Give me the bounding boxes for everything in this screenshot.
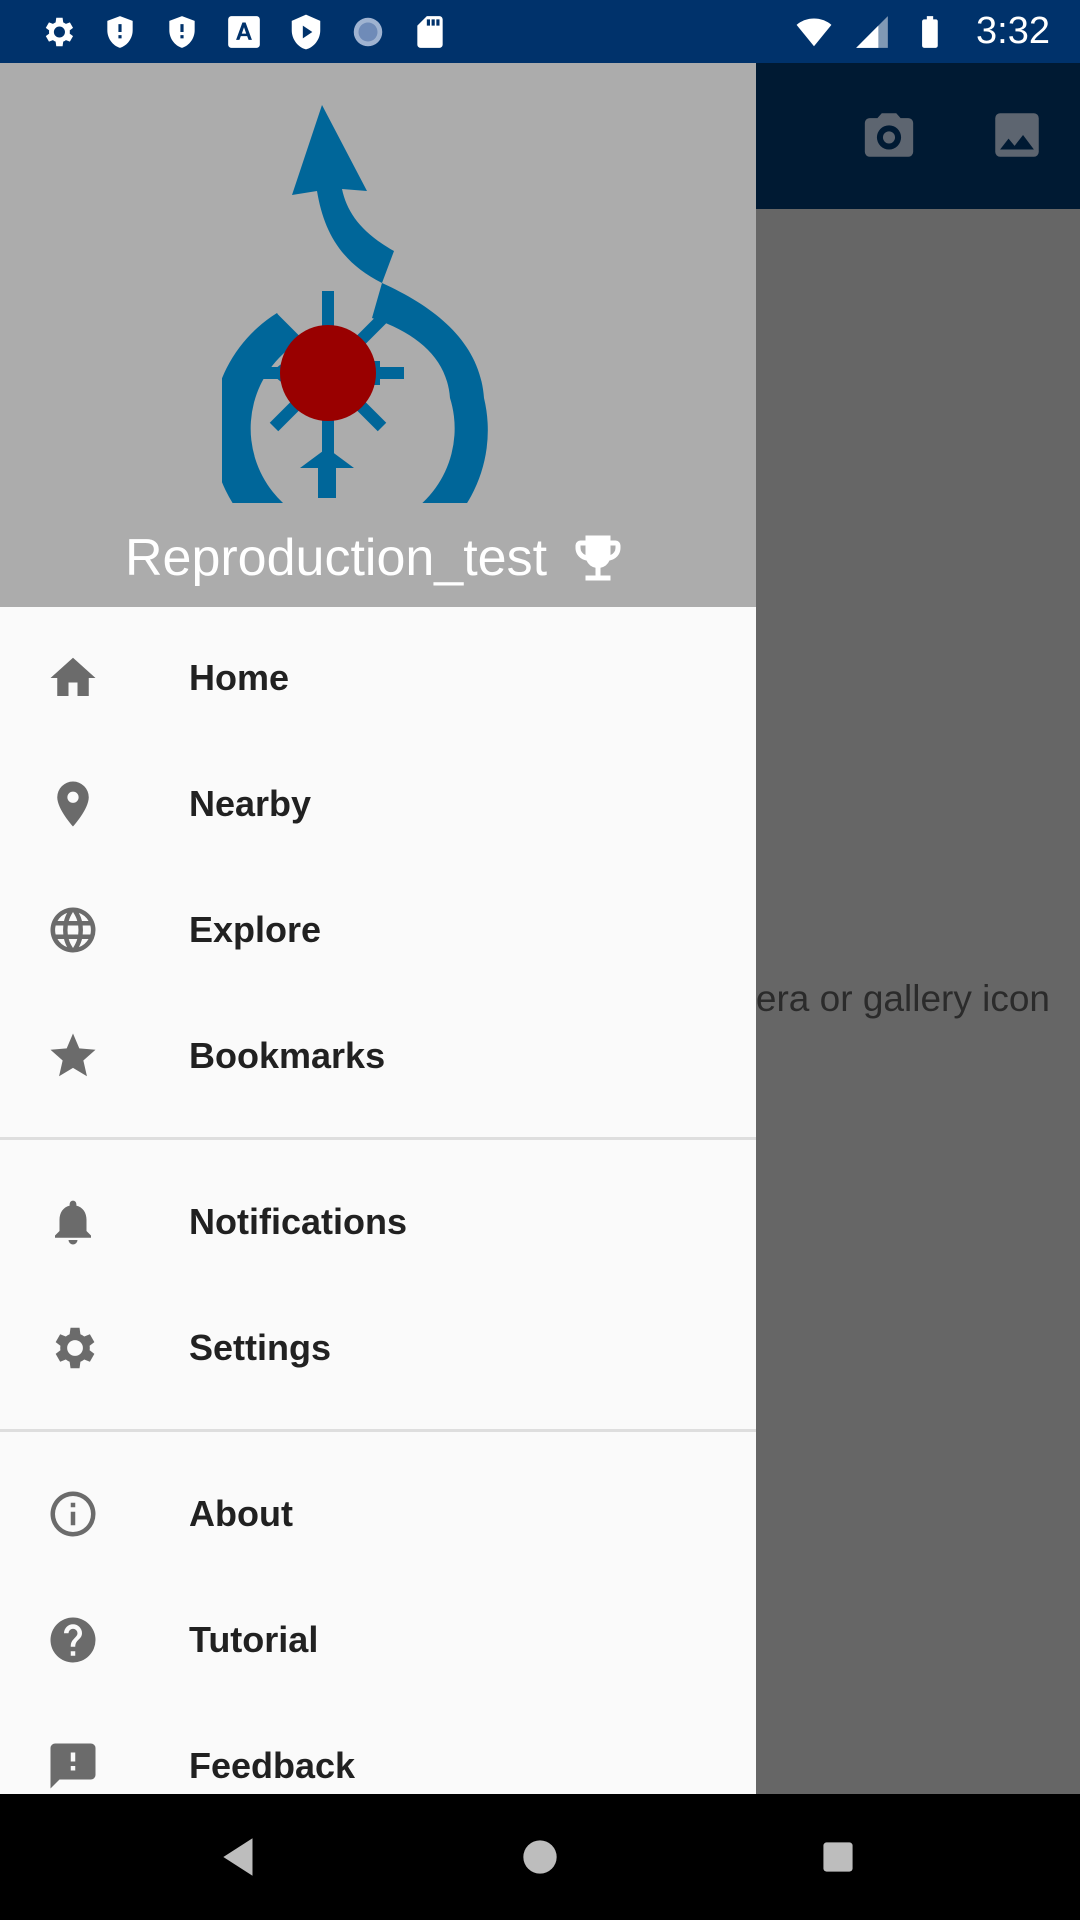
recents-icon[interactable] bbox=[813, 1832, 863, 1882]
menu-item-notifications[interactable]: Notifications bbox=[0, 1159, 756, 1285]
drawer-menu: Home Nearby Explore Bookmarks Notificati… bbox=[0, 607, 756, 1794]
drawer-username-row: Reproduction_test bbox=[0, 525, 756, 588]
battery-icon bbox=[910, 12, 950, 52]
trophy-icon[interactable] bbox=[565, 528, 631, 588]
menu-label: Tutorial bbox=[189, 1619, 319, 1660]
menu-item-feedback[interactable]: Feedback bbox=[0, 1703, 756, 1794]
star-icon bbox=[46, 1029, 100, 1083]
location-pin-icon bbox=[46, 777, 100, 831]
menu-item-settings[interactable]: Settings bbox=[0, 1285, 756, 1411]
menu-divider bbox=[0, 1429, 756, 1432]
font-download-icon bbox=[224, 12, 264, 52]
sd-card-icon bbox=[410, 12, 450, 52]
play-shield-icon bbox=[286, 12, 326, 52]
settings-icon bbox=[38, 12, 78, 52]
status-time: 3:32 bbox=[976, 10, 1050, 52]
system-icons: 3:32 bbox=[794, 0, 1050, 63]
menu-label: Feedback bbox=[189, 1745, 356, 1786]
menu-item-bookmarks[interactable]: Bookmarks bbox=[0, 993, 756, 1119]
menu-item-about[interactable]: About bbox=[0, 1451, 756, 1577]
home-circle-icon[interactable] bbox=[515, 1832, 565, 1882]
gallery-icon[interactable] bbox=[985, 103, 1049, 167]
globe-icon bbox=[46, 903, 100, 957]
menu-label: About bbox=[189, 1493, 293, 1534]
menu-label: Settings bbox=[189, 1327, 332, 1368]
help-icon bbox=[46, 1613, 100, 1667]
wifi-icon bbox=[794, 12, 834, 52]
username: Reproduction_test bbox=[124, 529, 548, 588]
menu-divider bbox=[0, 1137, 756, 1140]
shield-alert-icon bbox=[162, 12, 202, 52]
commons-logo bbox=[222, 105, 488, 503]
shield-alert-icon bbox=[100, 12, 140, 52]
bell-icon bbox=[46, 1195, 100, 1249]
menu-label: Home bbox=[189, 657, 290, 698]
menu-item-explore[interactable]: Explore bbox=[0, 867, 756, 993]
drawer-header: Reproduction_test bbox=[0, 63, 756, 607]
status-bar: 3:32 bbox=[0, 0, 1080, 63]
sync-circle-icon bbox=[348, 12, 388, 52]
menu-label: Bookmarks bbox=[189, 1035, 386, 1076]
menu-item-home[interactable]: Home bbox=[0, 615, 756, 741]
system-navigation-bar bbox=[0, 1794, 1080, 1920]
camera-icon[interactable] bbox=[857, 103, 921, 167]
menu-item-nearby[interactable]: Nearby bbox=[0, 741, 756, 867]
feedback-icon bbox=[46, 1739, 100, 1793]
navigation-drawer: Reproduction_test Home Nearby Explore Bo… bbox=[0, 63, 756, 1794]
notification-icons bbox=[38, 0, 450, 63]
menu-label: Explore bbox=[189, 909, 322, 950]
home-icon bbox=[46, 651, 100, 705]
menu-label: Nearby bbox=[189, 783, 312, 824]
back-icon[interactable] bbox=[215, 1832, 265, 1882]
gear-icon bbox=[46, 1321, 100, 1375]
menu-item-tutorial[interactable]: Tutorial bbox=[0, 1577, 756, 1703]
menu-label: Notifications bbox=[189, 1201, 408, 1242]
info-icon bbox=[46, 1487, 100, 1541]
signal-icon bbox=[852, 12, 892, 52]
